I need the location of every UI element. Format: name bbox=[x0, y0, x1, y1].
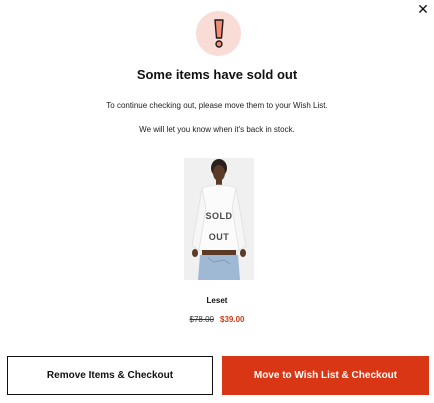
exclamation-icon bbox=[196, 11, 241, 56]
remove-items-button[interactable]: Remove Items & Checkout bbox=[7, 356, 213, 395]
dialog-note: We will let you know when it's back in s… bbox=[139, 125, 295, 134]
sold-out-line2: OUT bbox=[208, 232, 230, 242]
sold-out-line1: SOLD bbox=[205, 211, 233, 221]
product-image: SOLD OUT bbox=[184, 158, 254, 280]
dialog-message: To continue checking out, please move th… bbox=[106, 101, 328, 110]
sold-out-badge: SOLD OUT bbox=[184, 206, 254, 248]
dialog-title: Some items have sold out bbox=[136, 67, 298, 82]
original-price: $78.00 bbox=[189, 315, 214, 324]
sold-out-dialog: ✕ Some items have sold out To continue c… bbox=[0, 0, 434, 403]
move-to-wishlist-button[interactable]: Move to Wish List & Checkout bbox=[222, 356, 429, 395]
product-name: Leset bbox=[206, 296, 228, 305]
close-icon[interactable]: ✕ bbox=[416, 2, 430, 16]
sale-price: $39.00 bbox=[220, 315, 245, 324]
product-price: $78.00 $39.00 bbox=[0, 315, 434, 324]
